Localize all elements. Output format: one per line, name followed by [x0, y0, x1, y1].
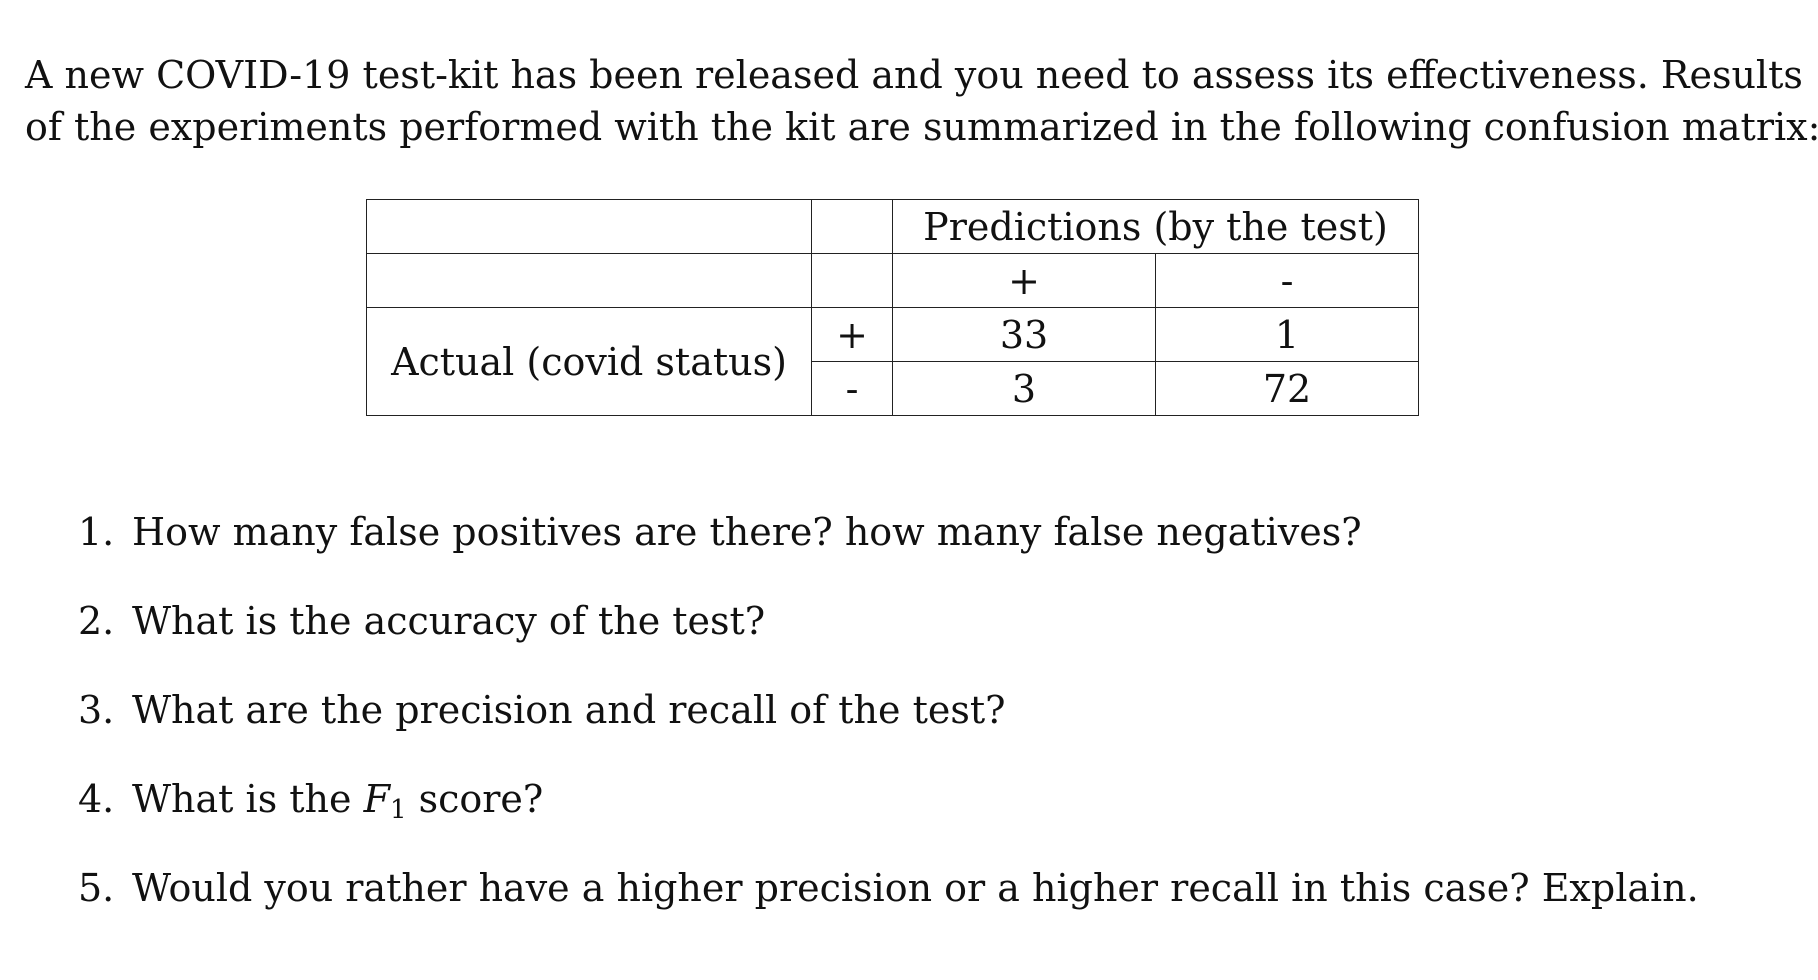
question-text-before: What is the: [132, 777, 364, 821]
table-row: Actual (covid status) + 33 1: [366, 307, 1419, 416]
intro-paragraph: A new COVID-19 test-kit has been release…: [25, 49, 1818, 153]
question-number: 2.: [78, 599, 115, 643]
list-item: 5. Would you rather have a higher precisi…: [78, 866, 1699, 955]
f1-variable: F: [363, 777, 390, 821]
question-text: Would you rather have a higher precision…: [132, 866, 1699, 910]
intro-line-2: of the experiments performed with the ki…: [25, 105, 1818, 149]
predictions-header: Predictions (by the test): [892, 199, 1419, 254]
intro-line-1: A new COVID-19 test-kit has been release…: [25, 53, 1803, 97]
empty-cell: [366, 199, 812, 254]
true-positive-cell: 33: [892, 307, 1156, 362]
false-negative-cell: 1: [1155, 307, 1419, 362]
question-text: What is the accuracy of the test?: [132, 599, 766, 643]
false-positive-cell: 3: [892, 361, 1156, 416]
empty-cell: [811, 253, 893, 308]
list-item: 2. What is the accuracy of the test?: [78, 599, 1699, 688]
actual-header: Actual (covid status): [366, 307, 812, 416]
question-number: 4.: [78, 777, 115, 821]
f1-subscript: 1: [389, 795, 407, 825]
predicted-negative-header: -: [1155, 253, 1419, 308]
question-text-after: score?: [406, 777, 544, 821]
question-text: What are the precision and recall of the…: [132, 688, 1006, 732]
actual-negative-label: -: [811, 361, 893, 416]
confusion-matrix-table: Predictions (by the test) + - Actual (co…: [366, 199, 1419, 416]
list-item: 4. What is the F1 score?: [78, 777, 1699, 866]
question-number: 1.: [78, 510, 115, 554]
list-item: 3. What are the precision and recall of t…: [78, 688, 1699, 777]
question-text: How many false positives are there? how …: [132, 510, 1362, 554]
empty-cell: [366, 253, 812, 308]
table-row: Predictions (by the test): [366, 199, 1419, 254]
question-list: 1. How many false positives are there? ho…: [78, 510, 1699, 955]
actual-positive-label: +: [811, 307, 893, 362]
table-row: + -: [366, 253, 1419, 308]
empty-cell: [811, 199, 893, 254]
true-negative-cell: 72: [1155, 361, 1419, 416]
question-number: 5.: [78, 866, 115, 910]
f1-symbol: F1: [363, 777, 407, 825]
predicted-positive-header: +: [892, 253, 1156, 308]
question-number: 3.: [78, 688, 115, 732]
list-item: 1. How many false positives are there? ho…: [78, 510, 1699, 599]
